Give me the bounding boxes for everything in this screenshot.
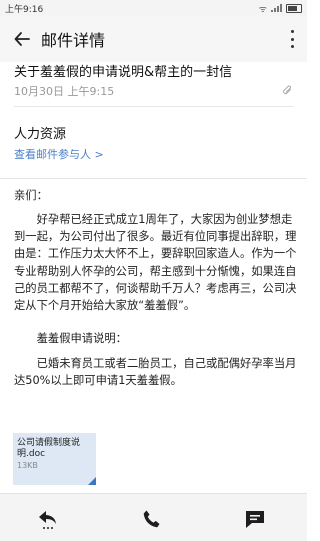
attachment-size: 13KB (17, 461, 38, 470)
mail-paragraph-rule: 已婚未育员工或者二胎员工，自己或配偶好孕率当月达50%以上即可申请1天羞羞假。 (14, 357, 297, 388)
mail-date: 10月30日 上午9:15 (14, 85, 115, 98)
status-bar: 上午9:16 ᯤ (0, 0, 307, 16)
file-corner-icon (88, 477, 96, 485)
reply-icon[interactable] (36, 508, 60, 530)
battery-icon (286, 3, 302, 13)
page-title: 邮件详情 (41, 31, 106, 50)
more-vertical-icon[interactable] (291, 30, 295, 48)
attachment-name: 公司请假制度说明.doc (17, 438, 81, 459)
status-time: 上午9:16 (5, 4, 44, 15)
phone-icon[interactable] (140, 508, 164, 530)
mail-greeting: 亲们： (14, 189, 48, 202)
signal-icon (271, 4, 282, 12)
chat-icon[interactable] (243, 508, 267, 530)
divider (14, 106, 293, 107)
status-icons: ᯤ (259, 2, 302, 15)
view-participants-link[interactable]: 查看邮件参与人 > (14, 146, 104, 162)
wifi-icon: ᯤ (258, 4, 267, 15)
divider (0, 178, 307, 179)
bottom-action-bar (0, 493, 307, 541)
paperclip-icon (283, 85, 291, 95)
app-bar: 邮件详情 (0, 16, 307, 62)
attachment-card[interactable]: 公司请假制度说明.doc 13KB (13, 433, 96, 485)
mail-paragraph-main: 好孕帮已经正式成立1周年了，大家因为创业梦想走到一起，为公司付出了很多。最近有位… (14, 213, 297, 313)
sender-name: 人力资源 (14, 127, 67, 142)
mail-paragraph-subheading: 羞羞假申请说明： (36, 332, 127, 345)
mail-subject: 关于羞羞假的申请说明&帮主的一封信 (14, 65, 233, 80)
arrow-left-icon[interactable] (13, 30, 31, 48)
